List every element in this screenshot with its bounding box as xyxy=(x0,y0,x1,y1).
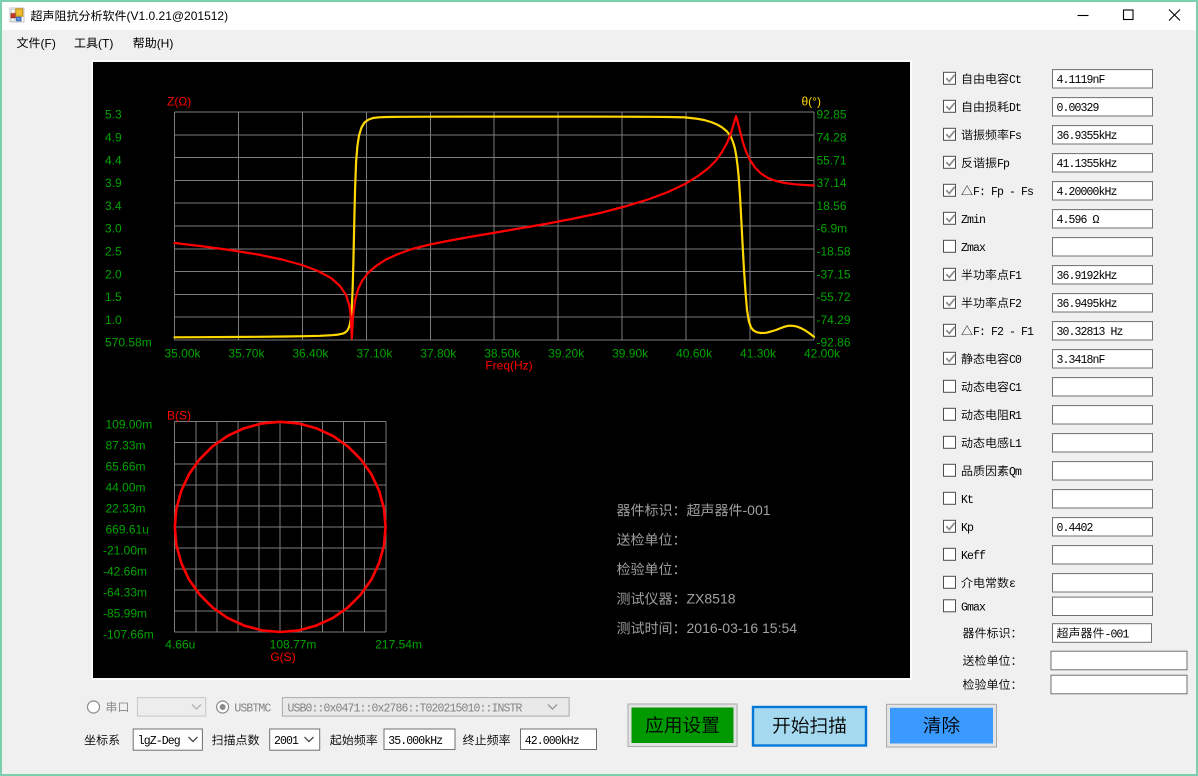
svg-text:Gmax: Gmax xyxy=(961,602,986,615)
svg-text:92.85: 92.85 xyxy=(817,108,847,122)
svg-text:R1: R1 xyxy=(1009,410,1022,423)
svg-text:40.60k: 40.60k xyxy=(676,347,713,361)
svg-text:Fp: Fp xyxy=(997,158,1010,171)
svg-text:USBTMC: USBTMC xyxy=(234,702,271,715)
svg-text:F: Fp - Fs: F: Fp - Fs xyxy=(973,186,1033,199)
svg-text:3.0: 3.0 xyxy=(105,222,122,236)
svg-text:L1: L1 xyxy=(1009,438,1022,451)
svg-text:74.28: 74.28 xyxy=(817,131,847,145)
svg-text:2.0: 2.0 xyxy=(105,267,122,281)
svg-text:35.00k: 35.00k xyxy=(164,347,201,361)
svg-text:87.33m: 87.33m xyxy=(106,438,146,452)
svg-text:Keff: Keff xyxy=(961,550,986,563)
svg-text:37.14: 37.14 xyxy=(817,176,847,190)
svg-text:39.20k: 39.20k xyxy=(548,347,585,361)
svg-text:36.40k: 36.40k xyxy=(292,347,329,361)
svg-text:5.3: 5.3 xyxy=(105,108,122,122)
svg-text:-37.15: -37.15 xyxy=(817,267,851,281)
svg-text:42.000kHz: 42.000kHz xyxy=(525,735,579,748)
svg-text:30.32813 Hz: 30.32813 Hz xyxy=(1057,326,1123,339)
svg-text:4.1119nF: 4.1119nF xyxy=(1057,74,1106,87)
svg-text:35.70k: 35.70k xyxy=(228,347,265,361)
svg-text:Ct: Ct xyxy=(1009,74,1021,87)
svg-text:4.66u: 4.66u xyxy=(165,637,195,651)
svg-text:-85.99m: -85.99m xyxy=(103,607,147,621)
svg-text:lgZ-Deg: lgZ-Deg xyxy=(138,735,180,748)
svg-text:USB0::0x0471::0x2786::T0202150: USB0::0x0471::0x2786::T020215010::INSTR xyxy=(288,702,523,715)
svg-text:F2: F2 xyxy=(1009,298,1022,311)
svg-text:-74.29: -74.29 xyxy=(817,313,851,327)
svg-text:(F): (F) xyxy=(41,36,56,50)
svg-text:36.9192kHz: 36.9192kHz xyxy=(1057,270,1117,283)
svg-text:(H): (H) xyxy=(157,36,174,50)
svg-text:3.3418nF: 3.3418nF xyxy=(1057,354,1106,367)
svg-text:41.30k: 41.30k xyxy=(740,347,777,361)
svg-text:4.20000kHz: 4.20000kHz xyxy=(1057,186,1117,199)
svg-text:F1: F1 xyxy=(1009,270,1022,283)
svg-text:-001: -001 xyxy=(1105,628,1130,641)
svg-text:2016-03-16 15:54: 2016-03-16 15:54 xyxy=(687,620,798,636)
svg-text:3.9: 3.9 xyxy=(105,176,122,190)
svg-text:(T): (T) xyxy=(98,36,113,50)
svg-text:-55.72: -55.72 xyxy=(817,290,851,304)
svg-text:-42.66m: -42.66m xyxy=(103,565,147,579)
svg-text:18.56: 18.56 xyxy=(817,199,847,213)
svg-text:C0: C0 xyxy=(1009,354,1022,367)
svg-text:Fs: Fs xyxy=(1009,130,1021,143)
svg-text:-18.58: -18.58 xyxy=(817,245,851,259)
svg-text:θ(°): θ(°) xyxy=(802,95,821,109)
svg-text:Kt: Kt xyxy=(961,494,973,507)
svg-text:Z(Ω): Z(Ω) xyxy=(167,95,191,109)
svg-text:ε: ε xyxy=(1009,578,1016,591)
svg-text:44.00m: 44.00m xyxy=(106,480,146,494)
svg-text:36.9355kHz: 36.9355kHz xyxy=(1057,130,1117,143)
svg-text:B(S): B(S) xyxy=(167,409,191,423)
svg-text:C1: C1 xyxy=(1009,382,1022,395)
svg-text:669.61u: 669.61u xyxy=(106,523,149,537)
svg-text:-6.9m: -6.9m xyxy=(817,222,848,236)
svg-text:22.33m: 22.33m xyxy=(106,502,146,516)
svg-text:55.71: 55.71 xyxy=(817,153,847,167)
svg-text:-64.33m: -64.33m xyxy=(103,586,147,600)
svg-text:-107.66m: -107.66m xyxy=(103,628,154,642)
svg-text:42.00k: 42.00k xyxy=(804,347,841,361)
svg-text:-001: -001 xyxy=(743,502,771,518)
svg-text:4.9: 4.9 xyxy=(105,131,122,145)
svg-text:65.66m: 65.66m xyxy=(106,459,146,473)
svg-text:109.00m: 109.00m xyxy=(106,417,153,431)
svg-text:35.000kHz: 35.000kHz xyxy=(388,735,442,748)
svg-text:0.4402: 0.4402 xyxy=(1057,522,1094,535)
svg-text:4.4: 4.4 xyxy=(105,153,122,167)
svg-text:Dt: Dt xyxy=(1009,102,1021,115)
svg-text:4.596 Ω: 4.596 Ω xyxy=(1057,214,1100,227)
svg-text:2.5: 2.5 xyxy=(105,245,122,259)
svg-text:2001: 2001 xyxy=(274,735,299,748)
svg-text:217.54m: 217.54m xyxy=(375,637,422,651)
svg-text:39.90k: 39.90k xyxy=(612,347,649,361)
svg-text:37.10k: 37.10k xyxy=(356,347,393,361)
svg-text:1.5: 1.5 xyxy=(105,290,122,304)
svg-text:570.58m: 570.58m xyxy=(105,336,152,350)
svg-text:F: F2 - F1: F: F2 - F1 xyxy=(973,326,1034,339)
svg-text:0.00329: 0.00329 xyxy=(1057,102,1100,115)
svg-text:Kp: Kp xyxy=(961,522,974,535)
svg-text:Zmin: Zmin xyxy=(961,214,985,227)
svg-text:-21.00m: -21.00m xyxy=(103,544,147,558)
svg-text:37.80k: 37.80k xyxy=(420,347,457,361)
svg-text:G(S): G(S) xyxy=(270,650,295,664)
svg-text:1.0: 1.0 xyxy=(105,313,122,327)
svg-text:ZX8518: ZX8518 xyxy=(687,591,736,607)
svg-text:3.4: 3.4 xyxy=(105,199,122,213)
svg-text:(V1.0.21@201512): (V1.0.21@201512) xyxy=(127,9,229,23)
svg-text:36.9495kHz: 36.9495kHz xyxy=(1057,298,1117,311)
svg-text:41.1355kHz: 41.1355kHz xyxy=(1057,158,1117,171)
svg-text:Freq(Hz): Freq(Hz) xyxy=(485,359,532,373)
svg-text:Zmax: Zmax xyxy=(961,242,986,255)
svg-text:Qm: Qm xyxy=(1009,466,1022,479)
